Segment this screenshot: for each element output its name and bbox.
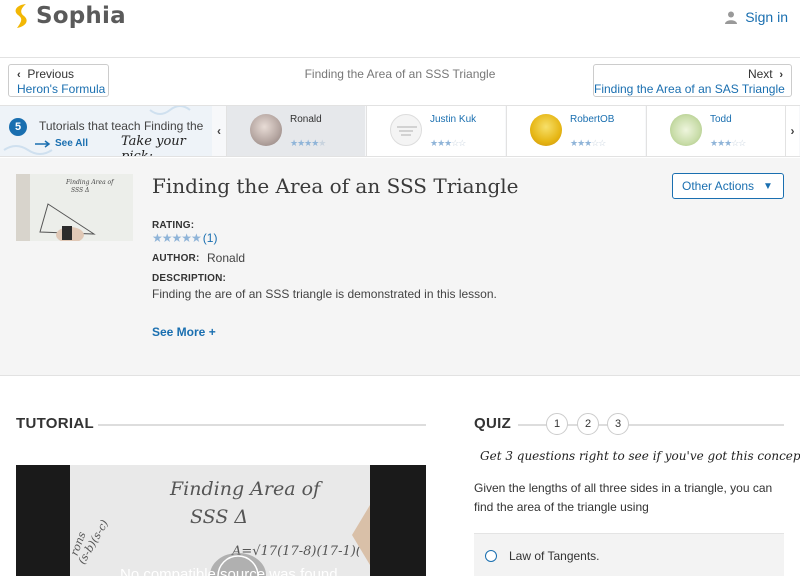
see-more-link[interactable]: See More + xyxy=(152,325,216,339)
sophia-logo[interactable]: Sophia xyxy=(10,2,126,30)
tutor-avatar xyxy=(670,114,702,146)
see-all-label: See All xyxy=(55,138,88,149)
quiz-heading: QUIZ xyxy=(474,415,512,432)
next-title: Finding the Area of an SAS Triangle xyxy=(594,82,785,96)
tutorial-heading: TUTORIAL xyxy=(16,415,94,432)
carousel-card[interactable]: Justin Kuk ★★★☆☆ xyxy=(366,106,505,156)
quiz-question-text: Given the lengths of all three sides in … xyxy=(474,481,773,514)
previous-title: Heron's Formula xyxy=(17,82,106,96)
quiz-option[interactable]: Law of Tangents. xyxy=(474,533,784,576)
video-player[interactable]: Finding Area of SSS Δ A=√17(17-8)(17-1)(… xyxy=(16,465,426,576)
author-name: Ronald xyxy=(207,251,246,265)
next-button[interactable]: Next › Finding the Area of an SAS Triang… xyxy=(593,64,792,97)
tutorial-title: Finding the Area of an SSS Triangle xyxy=(152,174,519,198)
sophia-logo-icon xyxy=(15,4,27,28)
quiz-option-label: Law of Tangents. xyxy=(509,549,600,563)
tutor-rating: ★★★☆☆ xyxy=(710,138,746,148)
radio-button[interactable] xyxy=(485,550,497,562)
quiz-question-1[interactable]: 1 xyxy=(546,413,568,435)
no-source-message: No compatible source was found xyxy=(120,566,338,576)
quiz-hint: Get 3 questions right to see if you've g… xyxy=(480,449,800,463)
tutor-avatar xyxy=(390,114,422,146)
carousel-intro: 5 Tutorials that teach Finding the See A… xyxy=(0,106,212,156)
author-label: AUTHOR: xyxy=(152,253,200,264)
whiteboard-icon xyxy=(397,126,417,136)
tutor-rating: ★★★★★ xyxy=(290,138,326,148)
tutorial-info-panel: Finding Area of SSS Δ Finding the Area o… xyxy=(0,158,800,376)
arrow-right-icon xyxy=(35,139,51,148)
quiz-question-2[interactable]: 2 xyxy=(577,413,599,435)
video-frame: Finding Area of SSS Δ A=√17(17-8)(17-1)(… xyxy=(70,465,370,576)
rating-label: RATING: xyxy=(152,220,195,231)
sign-in-label: Sign in xyxy=(745,9,788,25)
tutorial-divider xyxy=(98,424,426,426)
sign-in-link[interactable]: Sign in xyxy=(725,9,788,25)
video-text-1: Finding Area of xyxy=(169,478,323,500)
tutor-rating: ★★★☆☆ xyxy=(430,138,466,148)
take-your-pick-text: Take your pick: xyxy=(121,134,186,156)
lesson-navigation: ‹ Previous Heron's Formula Finding the A… xyxy=(0,59,800,103)
quiz-question-3[interactable]: 3 xyxy=(607,413,629,435)
other-actions-label: Other Actions xyxy=(682,179,755,193)
carousel-next-arrow[interactable]: › xyxy=(785,106,799,156)
chevron-down-icon: ▼ xyxy=(763,180,773,192)
star-icons: ★★★★★ xyxy=(152,231,202,245)
brand-name: Sophia xyxy=(36,3,126,29)
carousel-intro-text: Tutorials that teach Finding the xyxy=(39,119,204,133)
see-all-link[interactable]: See All xyxy=(35,138,88,149)
tutor-name: Ronald xyxy=(290,114,322,125)
tutorial-carousel: 5 Tutorials that teach Finding the See A… xyxy=(0,105,800,157)
rating-count[interactable]: (1) xyxy=(203,231,218,245)
video-thumbnail-image: Finding Area of SSS Δ xyxy=(16,174,133,241)
description-label: DESCRIPTION: xyxy=(152,273,227,284)
thumbnail-text-1: Finding Area of xyxy=(65,179,115,186)
carousel-card[interactable]: RobertOB ★★★☆☆ xyxy=(506,106,645,156)
video-text-2: SSS Δ xyxy=(190,506,248,528)
chevron-right-icon: › xyxy=(779,69,783,81)
tutor-avatar xyxy=(250,114,282,146)
tutor-rating: ★★★☆☆ xyxy=(570,138,606,148)
site-header: Sophia Sign in xyxy=(0,0,800,58)
description-text: Finding the are of an SSS triangle is de… xyxy=(152,287,497,301)
tutor-name: Todd xyxy=(710,114,732,125)
video-frame-image: Finding Area of SSS Δ A=√17(17-8)(17-1)(… xyxy=(70,478,370,576)
user-icon xyxy=(725,11,738,24)
chevron-right-icon: › xyxy=(790,124,795,138)
other-actions-button[interactable]: Other Actions ▼ xyxy=(672,173,784,199)
thumbnail-text-2: SSS Δ xyxy=(71,187,89,194)
tutor-name: RobertOB xyxy=(570,114,615,125)
tutorial-thumbnail[interactable]: Finding Area of SSS Δ xyxy=(16,174,133,241)
carousel-card[interactable]: Ronald ★★★★★ xyxy=(226,106,365,156)
carousel-prev-arrow[interactable]: ‹ xyxy=(212,106,226,156)
tutorial-count-badge: 5 xyxy=(9,118,27,136)
tutor-avatar xyxy=(530,114,562,146)
next-label: Next xyxy=(747,67,773,81)
tutor-name: Justin Kuk xyxy=(430,114,477,125)
carousel-card[interactable]: Todd ★★★☆☆ xyxy=(646,106,785,156)
rating-stars: ★★★★★ (1) xyxy=(152,231,217,245)
chevron-left-icon: ‹ xyxy=(217,124,221,138)
